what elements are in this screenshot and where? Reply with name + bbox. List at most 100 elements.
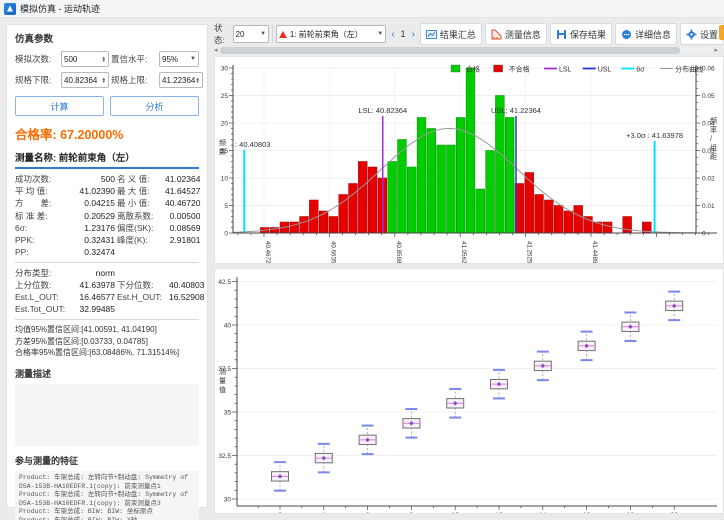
status-select[interactable]: 20 ▼ (233, 25, 270, 43)
dist-label: 下分位数: (117, 279, 169, 291)
spinner-arrows-icon[interactable]: ▲▼ (102, 56, 106, 63)
app-window: 模拟仿真 - 运动轨迹 仿真参数 模拟次数: 500 ▲▼ 置信水平: 95% … (0, 0, 724, 520)
settings-button[interactable]: 设置 (680, 23, 724, 45)
calculate-button[interactable]: 计算 (15, 96, 104, 116)
spinner-arrows-icon[interactable]: ▲▼ (195, 77, 199, 84)
detail-info-button[interactable]: 详细信息 (615, 23, 677, 45)
svg-text:0.02: 0.02 (702, 175, 715, 182)
stat-value: 500 (61, 173, 117, 185)
svg-text:40.85989: 40.85989 (395, 241, 402, 263)
svg-text:0: 0 (702, 230, 706, 237)
dist-value: 40.40803 (169, 279, 206, 291)
dist-label (117, 267, 169, 279)
toolbar: 状态: 20 ▼ 1: 前轮前束角（左） ▼ ‹ 1 › 结果汇总 测量信息 保… (214, 22, 724, 46)
stat-label: 成功次数: (15, 173, 61, 185)
confidence-value: 95% (162, 55, 178, 64)
dist-label (117, 303, 169, 315)
window-title: 模拟仿真 - 运动轨迹 (20, 2, 100, 15)
prev-page-button[interactable]: ‹ (389, 29, 396, 40)
confidence-select[interactable]: 95% ▼ (159, 51, 199, 67)
features-title: 参与测量的特征 (15, 454, 199, 467)
feature-line: Product: 车架总成: 左转向节+制动盘: Symmetry of D5A… (19, 491, 195, 508)
scroll-right-icon[interactable]: ▸ (714, 47, 718, 54)
svg-text:10: 10 (221, 175, 229, 182)
summary-button[interactable]: 结果汇总 (420, 23, 482, 45)
measurement-select[interactable]: 1: 前轮前束角（左） ▼ (276, 25, 386, 43)
svg-text:合格: 合格 (466, 65, 480, 74)
button-label: 保存结果 (570, 28, 606, 41)
clipped-toolbar-icon[interactable] (719, 25, 724, 40)
ci-passrate: 合格率95%置信区间:[63.08486%, 71.31514%] (15, 347, 199, 359)
description-box[interactable] (15, 384, 199, 446)
dist-value: norm (71, 267, 117, 279)
underline-divider (15, 167, 199, 169)
svg-text:40.66354: 40.66354 (329, 241, 336, 263)
stat-value: 41.02364 (165, 173, 202, 185)
svg-text:18: 18 (627, 512, 635, 513)
svg-text:32.5: 32.5 (218, 453, 231, 460)
svg-text:0: 0 (224, 230, 228, 237)
warning-triangle-icon (279, 31, 287, 38)
svg-text:测: 测 (219, 368, 226, 376)
svg-text:2: 2 (278, 512, 282, 513)
stat-value: 0.32474 (61, 246, 117, 258)
stat-value: 1.23176 (61, 222, 117, 234)
scrollbar-thumb[interactable] (220, 47, 680, 54)
scrollbar-track[interactable] (219, 47, 714, 54)
stat-label: 名 义 值: (117, 173, 165, 185)
chevron-down-icon: ▼ (377, 31, 383, 37)
stat-value: 0.32431 (61, 234, 117, 246)
lsl-value: 40.82364 (64, 76, 97, 85)
lsl-spinner[interactable]: 40.82364 ▲▼ (61, 72, 109, 88)
button-label: 设置 (700, 28, 718, 41)
svg-text:41.25258: 41.25258 (526, 241, 533, 263)
svg-text:组: 组 (710, 143, 717, 152)
dist-value: 41.63978 (71, 279, 117, 291)
svg-text:20: 20 (670, 512, 678, 513)
stat-label: 离散系数: (117, 210, 165, 222)
ruler-icon (491, 29, 502, 40)
svg-text:42.5: 42.5 (218, 279, 231, 286)
analyze-button[interactable]: 分析 (110, 96, 199, 116)
dist-value (169, 267, 206, 279)
spinner-arrows-icon[interactable]: ▲▼ (102, 77, 106, 84)
param-row-2: 规格下限: 40.82364 ▲▼ 规格上限: 41.22364 ▲▼ (15, 72, 199, 88)
svg-text:40: 40 (224, 322, 232, 329)
status-label: 状态: (214, 22, 230, 46)
dist-label: 上分位数: (15, 279, 71, 291)
svg-text:25: 25 (221, 93, 229, 100)
save-icon (556, 29, 567, 40)
svg-text:40.46720: 40.46720 (264, 241, 271, 263)
divider (15, 319, 199, 320)
svg-text:率: 率 (710, 125, 717, 134)
svg-text:值: 值 (219, 385, 226, 394)
stat-label: PPK: (15, 234, 61, 246)
stat-label: 峰度(K): (117, 234, 165, 246)
dist-value: 32.99485 (71, 303, 117, 315)
button-label: 结果汇总 (440, 28, 476, 41)
svg-text:14: 14 (539, 512, 547, 513)
usl-spinner[interactable]: 41.22364 ▲▼ (159, 72, 203, 88)
dist-label: Est.H_OUT: (117, 291, 169, 303)
ci-mean: 均值95%置信区间:[41.00591, 41.04190] (15, 324, 199, 336)
ci-variance: 方差95%置信区间:[0.03733, 0.04785] (15, 336, 199, 348)
svg-text:41.05624: 41.05624 (460, 241, 467, 263)
measure-info-button[interactable]: 测量信息 (485, 23, 547, 45)
histogram-chart: LSL: 40.82364USL: 41.22364: 40.40803+3.0… (215, 57, 723, 263)
page-number: 1 (401, 29, 406, 39)
scroll-left-icon[interactable]: ◂ (214, 47, 218, 54)
chevron-down-icon: ▼ (190, 56, 196, 62)
svg-text:分布曲线: 分布曲线 (675, 65, 703, 74)
save-results-button[interactable]: 保存结果 (550, 23, 612, 45)
button-label: 测量信息 (505, 28, 541, 41)
svg-text:6σ: 6σ (636, 67, 645, 74)
stat-value: 2.91801 (165, 234, 202, 246)
next-page-button[interactable]: › (410, 29, 417, 40)
lsl-label: 规格下限: (15, 74, 59, 86)
horizontal-scrollbar: ◂ ▸ (214, 47, 718, 54)
svg-text:量: 量 (219, 377, 226, 385)
stat-label: 偏度(SK): (117, 222, 165, 234)
simulation-panel: 仿真参数 模拟次数: 500 ▲▼ 置信水平: 95% ▼ 规格下限: 40.8… (6, 24, 208, 508)
stats-table: 成功次数:500名 义 值:41.02364 平 均 值:41.02390最 大… (15, 173, 199, 258)
sim-count-spinner[interactable]: 500 ▲▼ (61, 51, 109, 67)
